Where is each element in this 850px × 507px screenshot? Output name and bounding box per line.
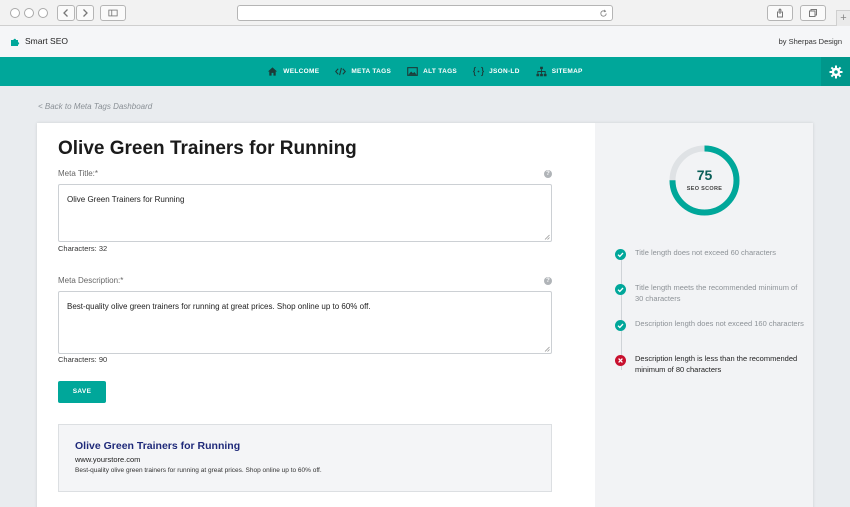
save-button[interactable]: SAVE bbox=[58, 381, 106, 403]
page-title: Olive Green Trainers for Running bbox=[58, 138, 357, 159]
app-byline: by Sherpas Design bbox=[778, 37, 842, 46]
app-name: Smart SEO bbox=[25, 36, 68, 46]
seo-score-value: 75 bbox=[696, 167, 713, 183]
chevron-right-icon bbox=[83, 9, 88, 17]
nav-item-meta-tags[interactable]: META TAGS bbox=[335, 66, 391, 77]
check-pass-icon bbox=[615, 284, 626, 295]
image-icon bbox=[407, 67, 418, 76]
search-result-preview: Olive Green Trainers for Running www.you… bbox=[58, 424, 552, 492]
preview-url: www.yourstore.com bbox=[75, 455, 141, 464]
main-nav: WELCOME META TAGS ALT TAGS JSON-LD SITEM… bbox=[0, 57, 850, 86]
meta-title-value: Olive Green Trainers for Running bbox=[67, 195, 185, 204]
check-fail-icon bbox=[615, 355, 626, 366]
check-pass-icon bbox=[615, 249, 626, 260]
meta-description-value: Best-quality olive green trainers for ru… bbox=[67, 302, 371, 311]
meta-title-char-count: Characters: 32 bbox=[58, 244, 108, 253]
close-window-dot[interactable] bbox=[10, 8, 20, 18]
resize-handle-icon[interactable] bbox=[544, 234, 550, 240]
minimize-window-dot[interactable] bbox=[24, 8, 34, 18]
preview-description: Best-quality olive green trainers for ru… bbox=[75, 467, 322, 474]
meta-description-help-icon[interactable]: ? bbox=[544, 277, 552, 285]
nav-item-json-ld[interactable]: JSON-LD bbox=[473, 66, 520, 77]
browser-toolbar: + bbox=[0, 0, 850, 26]
app-header: Smart SEO by Sherpas Design bbox=[0, 26, 850, 57]
back-to-dashboard-link[interactable]: < Back to Meta Tags Dashboard bbox=[38, 102, 152, 111]
meta-description-char-count: Characters: 90 bbox=[58, 355, 108, 364]
address-bar[interactable] bbox=[237, 5, 613, 21]
puzzle-logo-icon bbox=[11, 38, 20, 46]
nav-item-alt-tags[interactable]: ALT TAGS bbox=[407, 66, 457, 77]
meta-title-input[interactable]: Olive Green Trainers for Running bbox=[58, 184, 552, 242]
chevron-left-icon bbox=[63, 9, 68, 17]
settings-button[interactable] bbox=[821, 57, 850, 86]
seo-score-label: SEO SCORE bbox=[686, 186, 723, 192]
meta-tag-editor-card: Olive Green Trainers for Running Meta Ti… bbox=[37, 123, 813, 507]
sitemap-icon bbox=[536, 66, 547, 77]
home-icon bbox=[268, 67, 278, 76]
sidebar-toggle-button[interactable] bbox=[100, 5, 126, 21]
share-button[interactable] bbox=[767, 5, 793, 21]
browser-forward-button[interactable] bbox=[76, 5, 94, 21]
seo-score-panel: 75 SEO SCORE Title length does not excee… bbox=[595, 123, 813, 507]
maximize-window-dot[interactable] bbox=[38, 8, 48, 18]
new-tab-button[interactable]: + bbox=[836, 10, 850, 26]
sidebar-icon bbox=[108, 9, 118, 17]
resize-handle-icon[interactable] bbox=[544, 346, 550, 352]
share-icon bbox=[777, 8, 783, 18]
meta-description-input[interactable]: Best-quality olive green trainers for ru… bbox=[58, 291, 552, 354]
nav-item-welcome[interactable]: WELCOME bbox=[267, 66, 319, 77]
checklist-timeline bbox=[621, 257, 622, 370]
browser-back-button[interactable] bbox=[57, 5, 75, 21]
tabs-button[interactable] bbox=[800, 5, 826, 21]
code-icon bbox=[335, 67, 347, 76]
json-icon bbox=[473, 66, 485, 77]
meta-title-label: Meta Title:* bbox=[58, 169, 99, 178]
tabs-icon bbox=[809, 9, 817, 17]
meta-description-label: Meta Description:* bbox=[58, 276, 124, 285]
reload-icon[interactable] bbox=[599, 9, 608, 18]
nav-item-sitemap[interactable]: SITEMAP bbox=[536, 66, 583, 77]
preview-title: Olive Green Trainers for Running bbox=[75, 440, 241, 452]
gear-icon bbox=[829, 65, 842, 78]
check-pass-icon bbox=[615, 320, 626, 331]
meta-title-help-icon[interactable]: ? bbox=[544, 170, 552, 178]
